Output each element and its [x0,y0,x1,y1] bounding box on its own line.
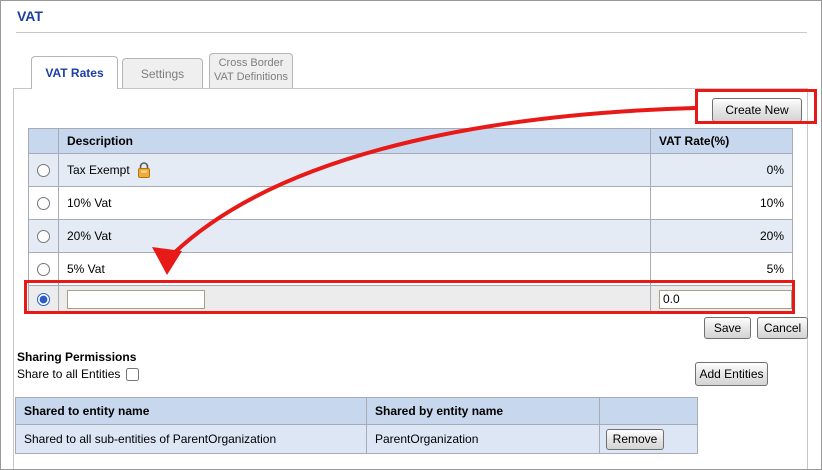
table-row-20-vat: 20% Vat 20% [29,220,793,253]
table-row-5-vat: 5% Vat 5% [29,253,793,286]
save-button[interactable]: Save [704,317,751,339]
sharing-table-row: Shared to all sub-entities of ParentOrga… [16,425,698,454]
create-new-button[interactable]: Create New [712,98,802,122]
sharing-permissions-heading: Sharing Permissions [17,350,136,364]
row-radio[interactable] [37,197,50,210]
tab-settings-label: Settings [141,67,184,81]
tab-settings[interactable]: Settings [122,58,203,88]
row-rate: 5% [651,253,793,286]
title-divider [16,32,807,33]
rate-column-header: VAT Rate(%) [651,129,793,154]
page-title: VAT [17,8,43,24]
row-radio[interactable] [37,164,50,177]
description-column-header: Description [59,129,651,154]
shared-by-value: ParentOrganization [367,425,600,454]
add-entities-button[interactable]: Add Entities [695,362,768,386]
action-column-header [600,398,698,425]
share-to-all-entities-label: Share to all Entities [17,367,120,381]
share-to-all-entities-checkbox[interactable] [126,368,139,381]
new-row-radio[interactable] [37,293,50,306]
row-description: 5% Vat [59,253,651,286]
vat-settings-window: VAT VAT Rates Settings Cross Border VAT … [0,0,822,470]
tab-cross-border-vat-definitions[interactable]: Cross Border VAT Definitions [209,53,293,88]
row-radio[interactable] [37,230,50,243]
tab-vat-rates-label: VAT Rates [45,66,103,80]
new-vat-row [29,286,793,313]
vat-rates-table: Description VAT Rate(%) Tax Exempt 0% 10… [28,128,793,313]
cancel-button[interactable]: Cancel [757,317,808,339]
shared-to-value: Shared to all sub-entities of ParentOrga… [16,425,367,454]
sharing-permissions-table: Shared to entity name Shared by entity n… [15,397,698,454]
shared-to-column-header: Shared to entity name [16,398,367,425]
row-rate: 10% [651,187,793,220]
new-description-input[interactable] [67,290,205,309]
tab-cross-border-label: Cross Border VAT Definitions [212,57,290,85]
row-radio[interactable] [37,263,50,276]
row-description: Tax Exempt [67,163,130,177]
row-description: 10% Vat [59,187,651,220]
lock-icon [136,161,152,179]
shared-by-column-header: Shared by entity name [367,398,600,425]
vat-table-header-row: Description VAT Rate(%) [29,129,793,154]
row-rate: 20% [651,220,793,253]
row-description: 20% Vat [59,220,651,253]
table-row-tax-exempt: Tax Exempt 0% [29,154,793,187]
tab-vat-rates[interactable]: VAT Rates [31,56,118,89]
sharing-table-header-row: Shared to entity name Shared by entity n… [16,398,698,425]
remove-button[interactable]: Remove [606,429,664,450]
row-rate: 0% [651,154,793,187]
table-row-10-vat: 10% Vat 10% [29,187,793,220]
new-rate-input[interactable] [659,290,792,309]
radio-column-header [29,129,59,154]
